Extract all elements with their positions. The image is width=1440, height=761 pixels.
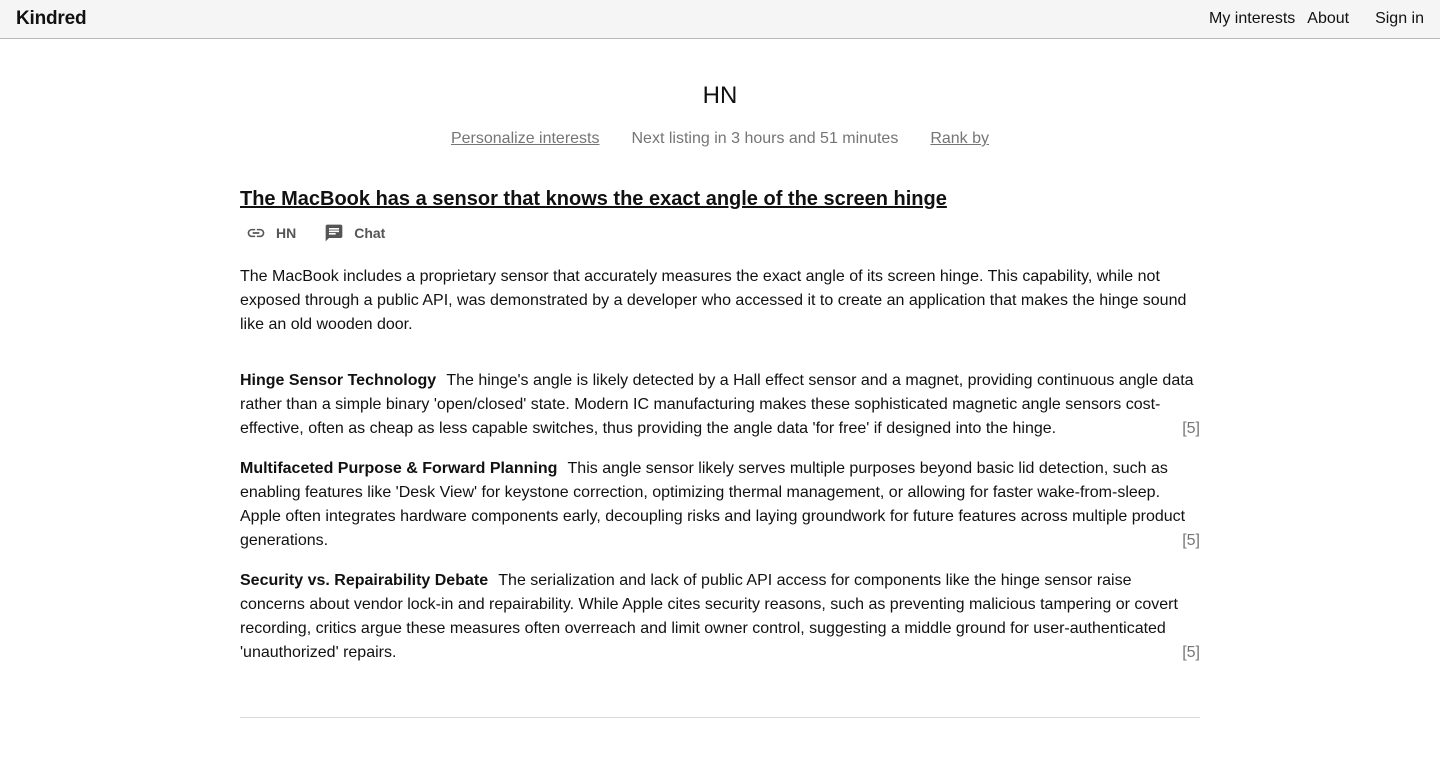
key-point: Hinge Sensor Technology The hinge's angl…	[240, 369, 1200, 441]
source-link[interactable]: HN	[246, 223, 296, 243]
key-point: Multifaceted Purpose & Forward Planning …	[240, 457, 1200, 553]
key-point: Security vs. Repairability Debate The se…	[240, 569, 1200, 665]
link-icon	[247, 228, 265, 238]
story-summary: The MacBook includes a proprietary senso…	[240, 268, 1187, 333]
top-bar: Kindred My interests About Sign in	[0, 0, 1440, 39]
page-title: HN	[702, 82, 738, 109]
citation-link[interactable]: [5]	[1182, 417, 1200, 441]
key-point-title: Hinge Sensor Technology	[240, 372, 437, 389]
nav-about[interactable]: About	[1307, 10, 1349, 28]
next-listing-status: Next listing in 3 hours and 51 minutes	[631, 130, 899, 147]
nav-my-interests[interactable]: My interests	[1209, 10, 1295, 28]
key-point-title: Multifaceted Purpose & Forward Planning	[240, 460, 558, 477]
personalize-interests-link[interactable]: Personalize interests	[451, 130, 600, 148]
nav-sign-in[interactable]: Sign in	[1375, 10, 1424, 28]
key-points: Hinge Sensor Technology The hinge's angl…	[240, 369, 1200, 665]
story-headline[interactable]: The MacBook has a sensor that knows the …	[240, 186, 947, 212]
top-nav: My interests About Sign in	[1209, 10, 1424, 28]
chat-link[interactable]: Chat	[324, 223, 385, 243]
citation-link[interactable]: [5]	[1182, 641, 1200, 665]
listing-controls: Personalize interests Next listing in 3 …	[0, 130, 1440, 148]
section-divider	[240, 717, 1200, 718]
story-meta: HN Chat	[246, 223, 1200, 243]
chat-label: Chat	[354, 225, 386, 241]
citation-link[interactable]: [5]	[1182, 529, 1200, 553]
brand-logo[interactable]: Kindred	[16, 8, 87, 30]
story-card: The MacBook has a sensor that knows the …	[240, 186, 1200, 665]
chat-bubble-icon	[325, 224, 343, 242]
key-point-title: Security vs. Repairability Debate	[240, 572, 489, 589]
source-label: HN	[276, 225, 297, 241]
rank-by-link[interactable]: Rank by	[930, 130, 989, 148]
